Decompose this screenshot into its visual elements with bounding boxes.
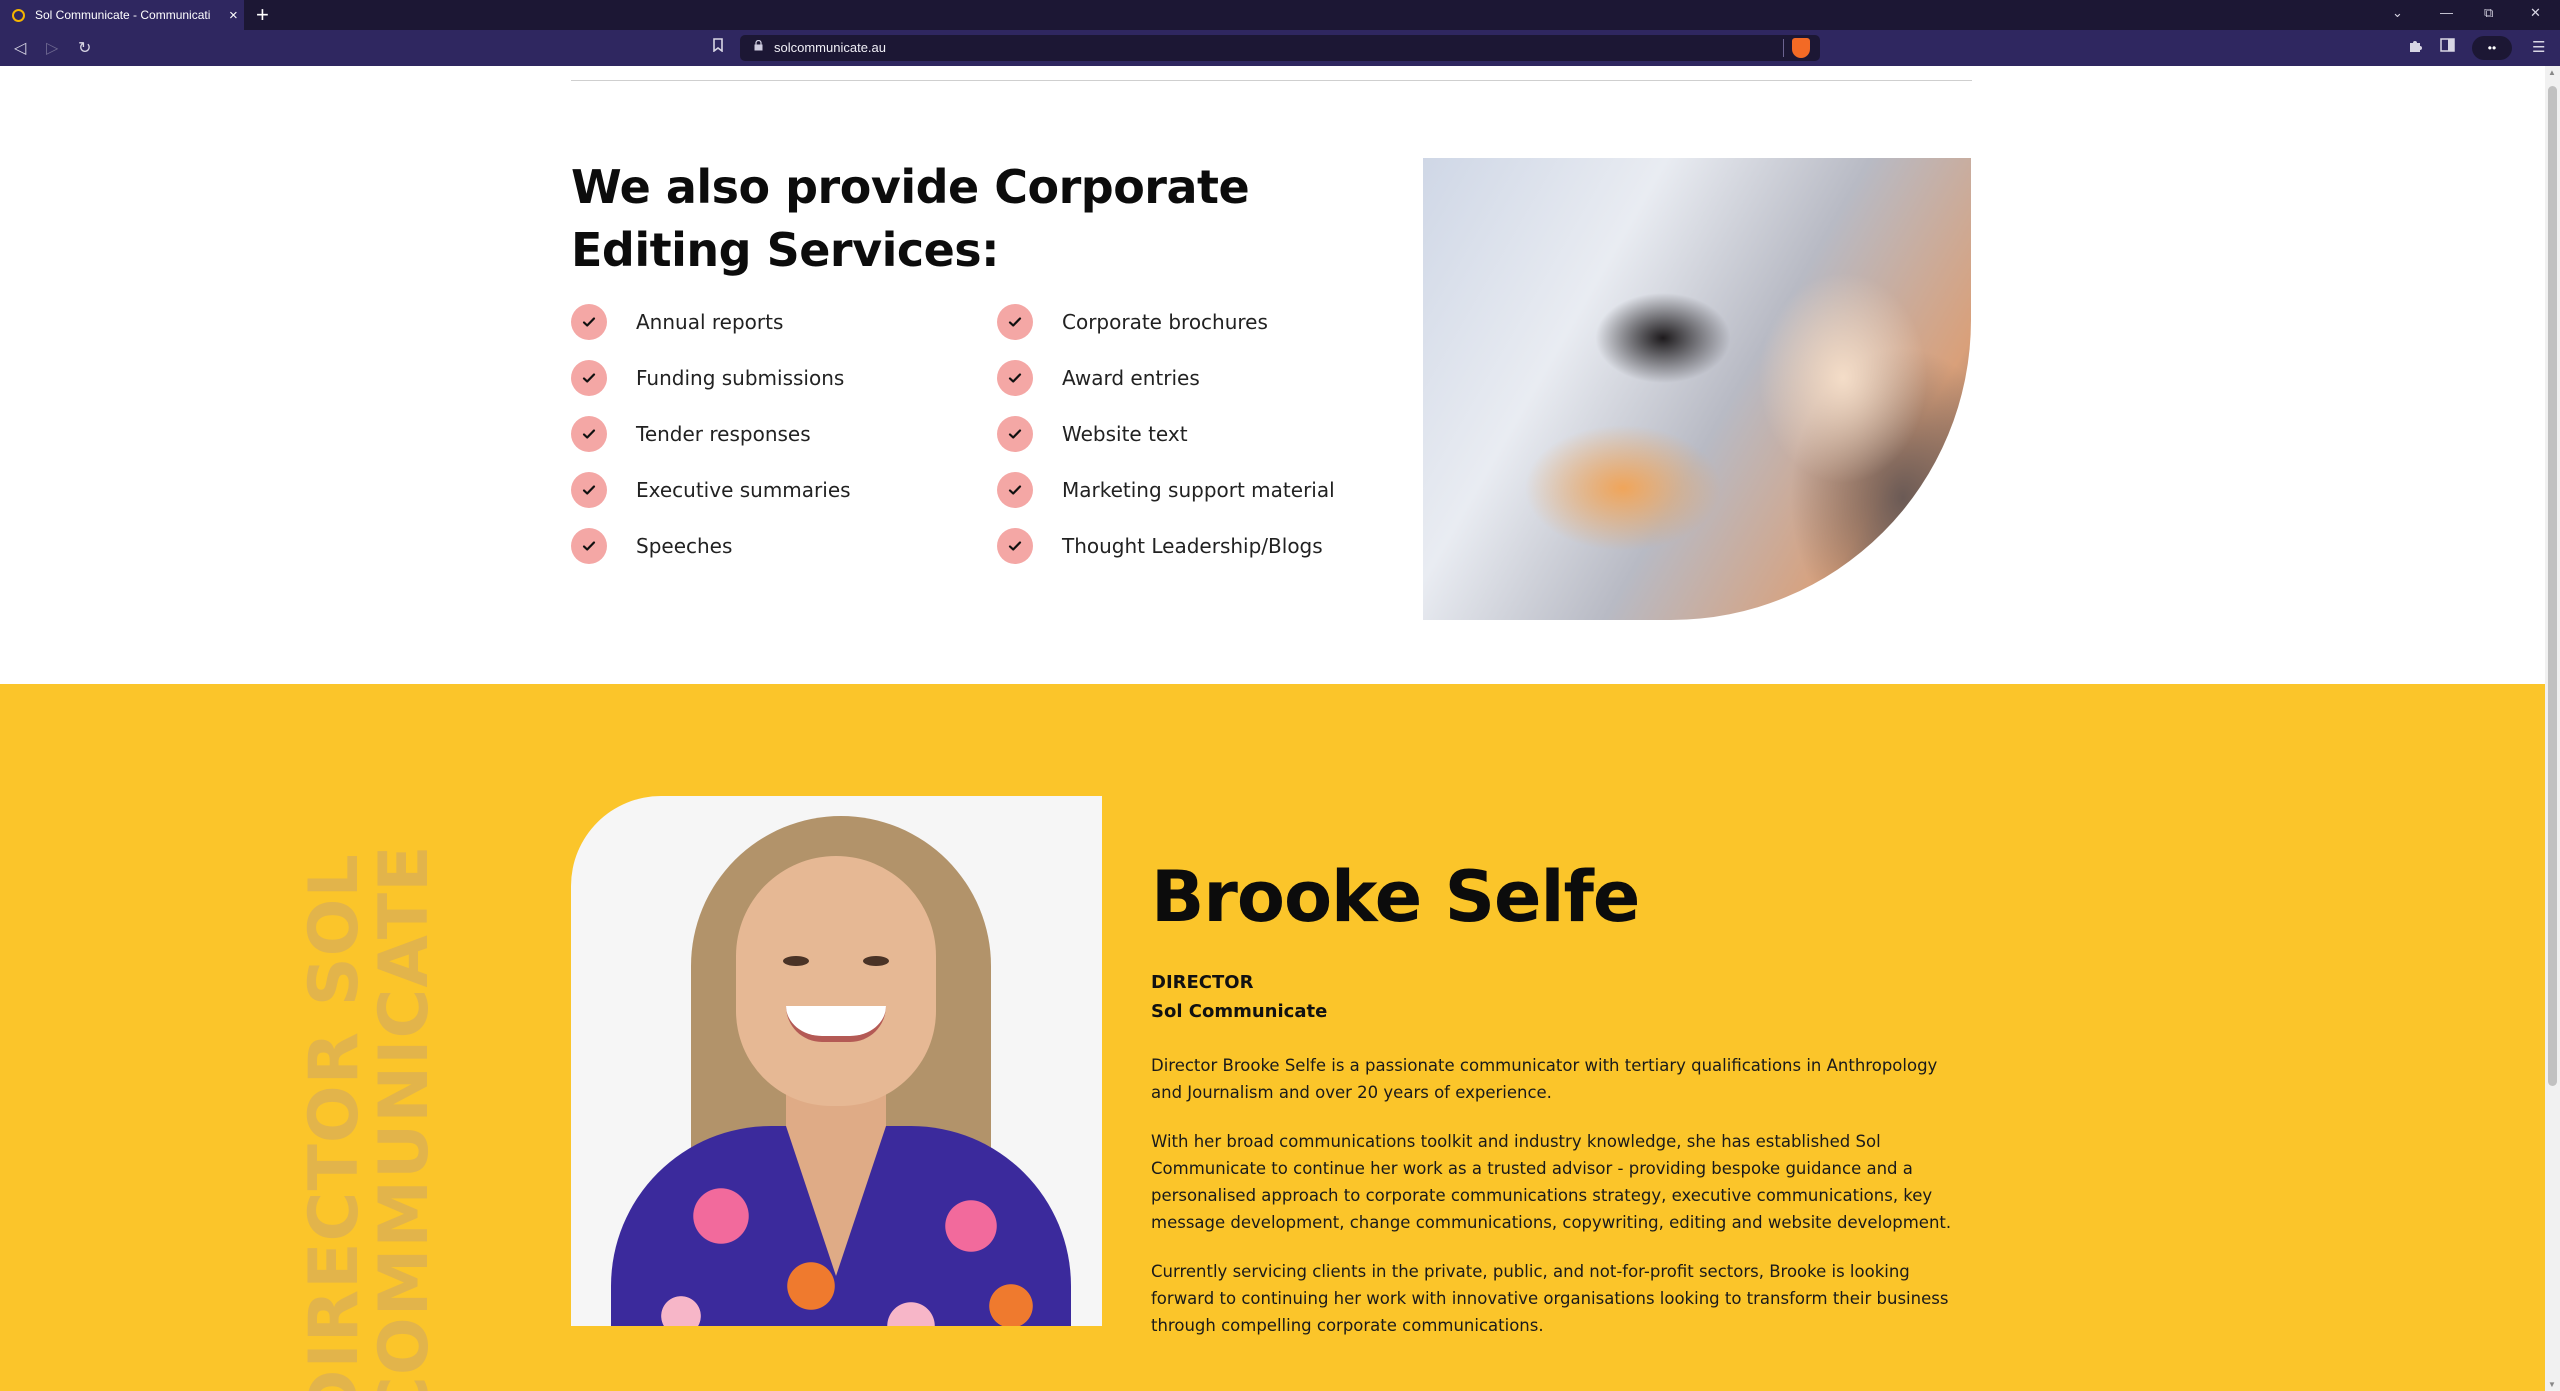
bookmark-icon[interactable] (712, 38, 724, 55)
tab-title: Sol Communicate - Communicati (35, 8, 211, 22)
close-window-button[interactable]: ✕ (2530, 5, 2541, 21)
service-label: Annual reports (636, 310, 784, 334)
page-content: We also provide Corporate Editing Servic… (0, 66, 2545, 1391)
director-portrait-image (571, 796, 1102, 1326)
list-item: Annual reports (571, 304, 851, 360)
menu-icon[interactable]: ☰ (2532, 38, 2545, 56)
url-text: solcommunicate.au (774, 40, 886, 55)
browser-toolbar: ◁ ▷ ↻ solcommunicate.au •• ☰ (0, 30, 2560, 66)
services-list-left: Annual reports Funding submissions Tende… (571, 304, 851, 584)
bio-paragraph: With her broad communications toolkit an… (1151, 1132, 1952, 1232)
brave-shield-icon[interactable] (1792, 38, 1810, 58)
browser-tab-bar: Sol Communicate - Communicati × + ⌄ — ⧉ … (0, 0, 2560, 30)
portrait-eye (863, 956, 889, 966)
director-role: DIRECTOR (1151, 972, 1254, 993)
favicon-icon (12, 8, 25, 22)
section-divider (571, 80, 1972, 81)
services-heading: We also provide Corporate Editing Servic… (571, 160, 1250, 277)
list-item: Thought Leadership/Blogs (997, 528, 1335, 584)
forward-button[interactable]: ▷ (46, 38, 58, 58)
check-icon (571, 416, 607, 452)
minimize-button[interactable]: — (2440, 5, 2453, 20)
check-icon (571, 528, 607, 564)
director-role-block: DIRECTOR Sol Communicate (1151, 968, 1327, 1026)
service-label: Corporate brochures (1062, 310, 1268, 334)
portrait-face (736, 856, 936, 1106)
sidebar-icon[interactable] (2440, 38, 2455, 56)
service-label: Executive summaries (636, 478, 851, 502)
service-label: Speeches (636, 534, 733, 558)
list-item: Funding submissions (571, 360, 851, 416)
service-label: Website text (1062, 422, 1188, 446)
director-company: Sol Communicate (1151, 1001, 1328, 1022)
bio-paragraph: Director Brooke Selfe is a passionate co… (1151, 1056, 1938, 1102)
service-label: Marketing support material (1062, 478, 1335, 502)
page-scrollbar[interactable]: ▲ ▼ (2545, 66, 2560, 1391)
list-item: Speeches (571, 528, 851, 584)
group-photo-image (1423, 158, 1971, 620)
services-list-right: Corporate brochures Award entries Websit… (997, 304, 1335, 584)
reload-button[interactable]: ↻ (78, 38, 91, 58)
director-name: Brooke Selfe (1151, 856, 1640, 938)
check-icon (997, 360, 1033, 396)
list-item: Marketing support material (997, 472, 1335, 528)
profile-button[interactable]: •• (2472, 36, 2512, 60)
browser-tab[interactable]: Sol Communicate - Communicati × (0, 0, 244, 30)
restore-button[interactable]: ⧉ (2484, 5, 2493, 21)
tab-search-icon[interactable]: ⌄ (2392, 5, 2403, 21)
list-item: Executive summaries (571, 472, 851, 528)
portrait-eye (783, 956, 809, 966)
check-icon (997, 416, 1033, 452)
service-label: Funding submissions (636, 366, 845, 390)
back-button[interactable]: ◁ (14, 38, 26, 58)
address-bar[interactable]: solcommunicate.au (740, 35, 1820, 61)
scroll-down-arrow-icon[interactable]: ▼ (2548, 1380, 2556, 1389)
list-item: Website text (997, 416, 1335, 472)
bio-paragraph: Currently servicing clients in the priva… (1151, 1262, 1949, 1335)
list-item: Corporate brochures (997, 304, 1335, 360)
vertical-text-label: DIRECTOR SOL COMMUNICATE (295, 844, 444, 1391)
portrait-neckline (786, 1126, 886, 1276)
puzzle-icon[interactable] (2408, 38, 2423, 57)
check-icon (997, 472, 1033, 508)
vertical-decorative-text: DIRECTOR SOL COMMUNICATE (295, 766, 444, 1391)
service-label: Tender responses (636, 422, 811, 446)
service-label: Thought Leadership/Blogs (1062, 534, 1323, 558)
tab-close-icon[interactable]: × (229, 7, 238, 24)
check-icon (997, 304, 1033, 340)
check-icon (571, 360, 607, 396)
url-separator (1783, 39, 1784, 57)
list-item: Tender responses (571, 416, 851, 472)
list-item: Award entries (997, 360, 1335, 416)
check-icon (571, 304, 607, 340)
check-icon (997, 528, 1033, 564)
scroll-thumb[interactable] (2548, 86, 2557, 1086)
service-label: Award entries (1062, 366, 1200, 390)
scroll-up-arrow-icon[interactable]: ▲ (2548, 68, 2556, 77)
check-icon (571, 472, 607, 508)
new-tab-button[interactable]: + (256, 2, 269, 28)
lock-icon (754, 39, 763, 54)
